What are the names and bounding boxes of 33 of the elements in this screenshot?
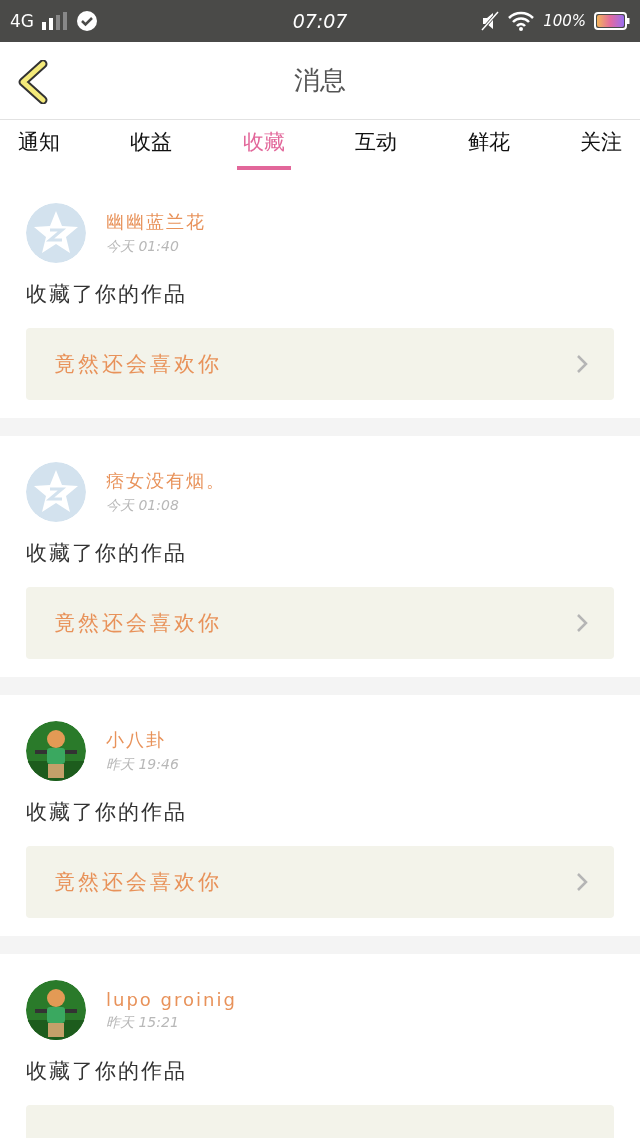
- user-name[interactable]: 痞女没有烟。: [106, 469, 226, 493]
- page-title: 消息: [294, 64, 346, 97]
- work-link[interactable]: 竟然还会喜欢你: [26, 846, 614, 918]
- signal-icon: [42, 12, 68, 30]
- clock: 07:07: [292, 10, 348, 32]
- back-icon[interactable]: [16, 60, 48, 104]
- timestamp: 昨天 19:46: [106, 756, 179, 774]
- user-name[interactable]: 幽幽蓝兰花: [106, 210, 206, 234]
- check-circle-icon: [76, 10, 98, 32]
- action-text: 收藏了你的作品: [26, 281, 187, 308]
- timestamp: 今天 01:40: [106, 238, 180, 256]
- action-text: 收藏了你的作品: [26, 1058, 187, 1085]
- timestamp: 昨天 15:21: [106, 1013, 180, 1032]
- chevron-right-icon: [576, 613, 588, 633]
- chevron-right-icon: [576, 872, 588, 892]
- tab[interactable]: 鲜花: [461, 120, 516, 170]
- timestamp: 今天 01:08: [106, 497, 180, 515]
- user-name[interactable]: 小八卦: [106, 728, 179, 752]
- action-text: 收藏了你的作品: [26, 799, 187, 826]
- tab[interactable]: 互动: [349, 120, 404, 170]
- user-name[interactable]: lupo groinig: [106, 988, 237, 1010]
- wifi-icon: [507, 11, 536, 31]
- mute-icon: [481, 11, 500, 31]
- action-text: 收藏了你的作品: [26, 540, 187, 567]
- work-link[interactable]: 竟然还会喜欢你: [26, 328, 614, 400]
- chevron-right-icon: [576, 354, 588, 374]
- work-link[interactable]: 竟然还会喜欢你: [26, 587, 614, 659]
- tab[interactable]: 关注: [573, 120, 628, 170]
- battery-percent: 100%: [543, 12, 586, 30]
- network-label: 4G: [10, 11, 34, 31]
- tab[interactable]: 通知: [12, 120, 66, 170]
- battery-icon: [594, 11, 630, 31]
- tab[interactable]: 收益: [124, 120, 179, 170]
